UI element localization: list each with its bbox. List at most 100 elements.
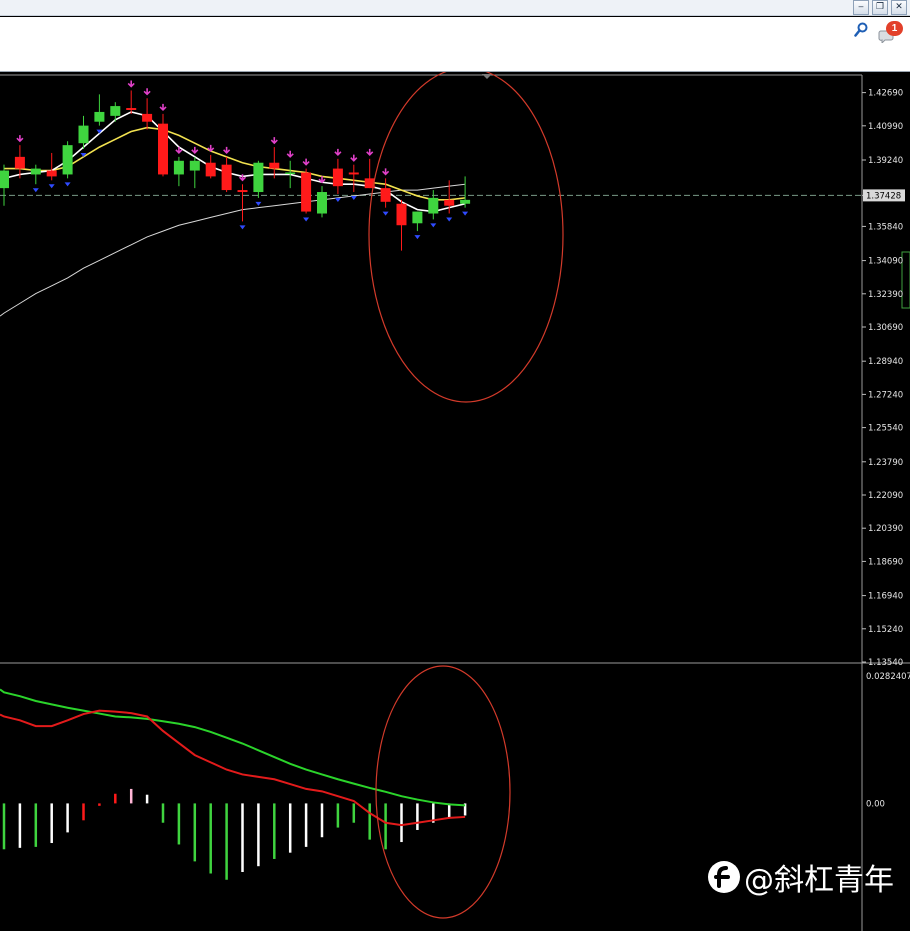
watermark-logo-icon — [708, 861, 740, 893]
price-tick-label: 1.22090 — [868, 491, 903, 501]
price-tick-label: 1.27240 — [868, 390, 903, 400]
fractal-dot-icon — [446, 217, 453, 222]
candle-body — [142, 113, 153, 122]
fractal-arrow-icon — [143, 88, 151, 96]
candle-body — [348, 172, 359, 175]
price-tick-label: 1.23790 — [868, 458, 903, 468]
candle-body — [221, 164, 232, 191]
fractal-arrow-icon — [382, 168, 390, 176]
fractal-dot-icon — [462, 211, 469, 216]
candle-body — [173, 160, 184, 175]
candle-body — [30, 168, 41, 175]
candle-body — [14, 156, 25, 169]
candle-body — [46, 170, 57, 177]
fractal-dot-icon — [334, 197, 341, 202]
fractal-arrow-icon — [16, 135, 24, 143]
chart-frame — [0, 74, 910, 931]
slow-ma-line — [4, 126, 466, 201]
candle-body — [94, 111, 105, 122]
price-tick-label: 1.30690 — [868, 323, 903, 333]
fast-ma-line — [3, 111, 466, 213]
watermark-text: @斜杠青年 — [744, 863, 894, 898]
fractal-arrow-icon — [302, 158, 310, 166]
fractal-dot-icon — [382, 211, 389, 216]
annotation-circle-price — [368, 72, 564, 403]
signal-line — [0, 688, 466, 807]
price-tick-label: 1.20390 — [868, 524, 903, 534]
candle-body — [189, 160, 200, 171]
fractal-arrow-icon — [334, 148, 342, 156]
close-button[interactable]: ✕ — [891, 0, 907, 15]
candle-body — [237, 190, 248, 193]
toolbar-area: 1 — [0, 17, 910, 72]
fractal-arrow-icon — [366, 148, 374, 156]
candle-body — [396, 203, 407, 226]
fractal-arrow-icon — [270, 137, 278, 145]
fractal-dot-icon — [303, 217, 310, 222]
price-tick-label: 1.15240 — [868, 625, 903, 635]
candle-body — [0, 170, 9, 189]
indicator-zero-label: 0.00 — [866, 799, 885, 809]
price-axis: 1.42690 1.40990 1.39240 1.35840 1.34090 1.323… — [0, 89, 905, 668]
candle-body — [428, 197, 439, 214]
current-price-label: 1.37428 — [866, 191, 901, 201]
fractal-arrow-icon — [350, 154, 358, 162]
fractal-dot-icon — [239, 225, 246, 230]
indicator-panel: 0.0282407 0.00 — [0, 672, 910, 880]
candle-body — [110, 106, 121, 116]
candle-body — [412, 211, 423, 224]
fractal-dot-icon — [48, 184, 55, 189]
candle-body — [126, 108, 137, 110]
shift-marker-icon — [482, 74, 492, 79]
fractal-arrow-icon — [191, 146, 199, 154]
candle-body — [158, 123, 168, 175]
candle-body — [460, 199, 471, 204]
candle-body — [78, 125, 89, 144]
price-tick-label: 1.13540 — [868, 658, 903, 668]
fractal-dot-icon — [430, 223, 437, 228]
candle-body — [301, 172, 312, 212]
candle-body — [380, 188, 391, 202]
fractal-arrow-icon — [286, 150, 294, 158]
price-tick-label: 1.40990 — [868, 122, 903, 132]
price-tick-label: 1.25540 — [868, 424, 903, 434]
fractal-dot-icon — [414, 235, 421, 240]
long-ma-line — [0, 183, 466, 317]
candle-body — [269, 162, 280, 169]
fractal-arrow-icon — [159, 103, 167, 112]
restore-button[interactable]: ❐ — [872, 0, 888, 15]
price-tick-label: 1.34090 — [868, 257, 903, 267]
price-tick-label: 1.35840 — [868, 222, 903, 232]
watermark: @斜杠青年 — [708, 857, 894, 898]
price-tick-label: 1.16940 — [868, 592, 903, 602]
candle-body — [62, 145, 73, 175]
window-titlebar: ‒ ❐ ✕ — [0, 0, 910, 16]
candle-body — [205, 162, 216, 177]
price-tick-label: 1.18690 — [868, 557, 903, 567]
fractal-dot-icon — [255, 201, 262, 206]
annotation-circle-indicator — [375, 665, 511, 919]
axis-scroll-handle — [901, 251, 910, 309]
fractal-dot-icon — [32, 188, 39, 193]
notification-badge: 1 — [886, 21, 903, 36]
candle-body — [285, 172, 296, 174]
price-tick-label: 1.42690 — [868, 89, 903, 99]
price-tick-label: 1.39240 — [868, 156, 903, 166]
fractal-dot-icon — [350, 196, 357, 201]
chart-canvas[interactable]: 1.42690 1.40990 1.39240 1.35840 1.34090 1.323… — [0, 72, 910, 931]
candle-body — [332, 168, 343, 187]
indicator-max-label: 0.0282407 — [866, 672, 910, 682]
price-tick-label: 1.28940 — [868, 357, 903, 367]
candle-body — [444, 199, 455, 206]
search-icon[interactable] — [854, 22, 868, 38]
fractal-dot-icon — [64, 182, 71, 187]
candle-body — [317, 192, 327, 214]
candlesticks — [0, 90, 471, 251]
minimize-button[interactable]: ‒ — [853, 0, 869, 15]
price-tick-label: 1.32390 — [868, 290, 903, 300]
candle-body — [253, 162, 264, 193]
trading-terminal-window: ‒ ❐ ✕ 1 1.42690 1.40990 1.39240 1.35840 1.34… — [0, 0, 910, 931]
fractal-arrow-icon — [223, 146, 231, 154]
fractal-arrow-icon — [127, 80, 135, 88]
macd-line — [0, 709, 466, 827]
